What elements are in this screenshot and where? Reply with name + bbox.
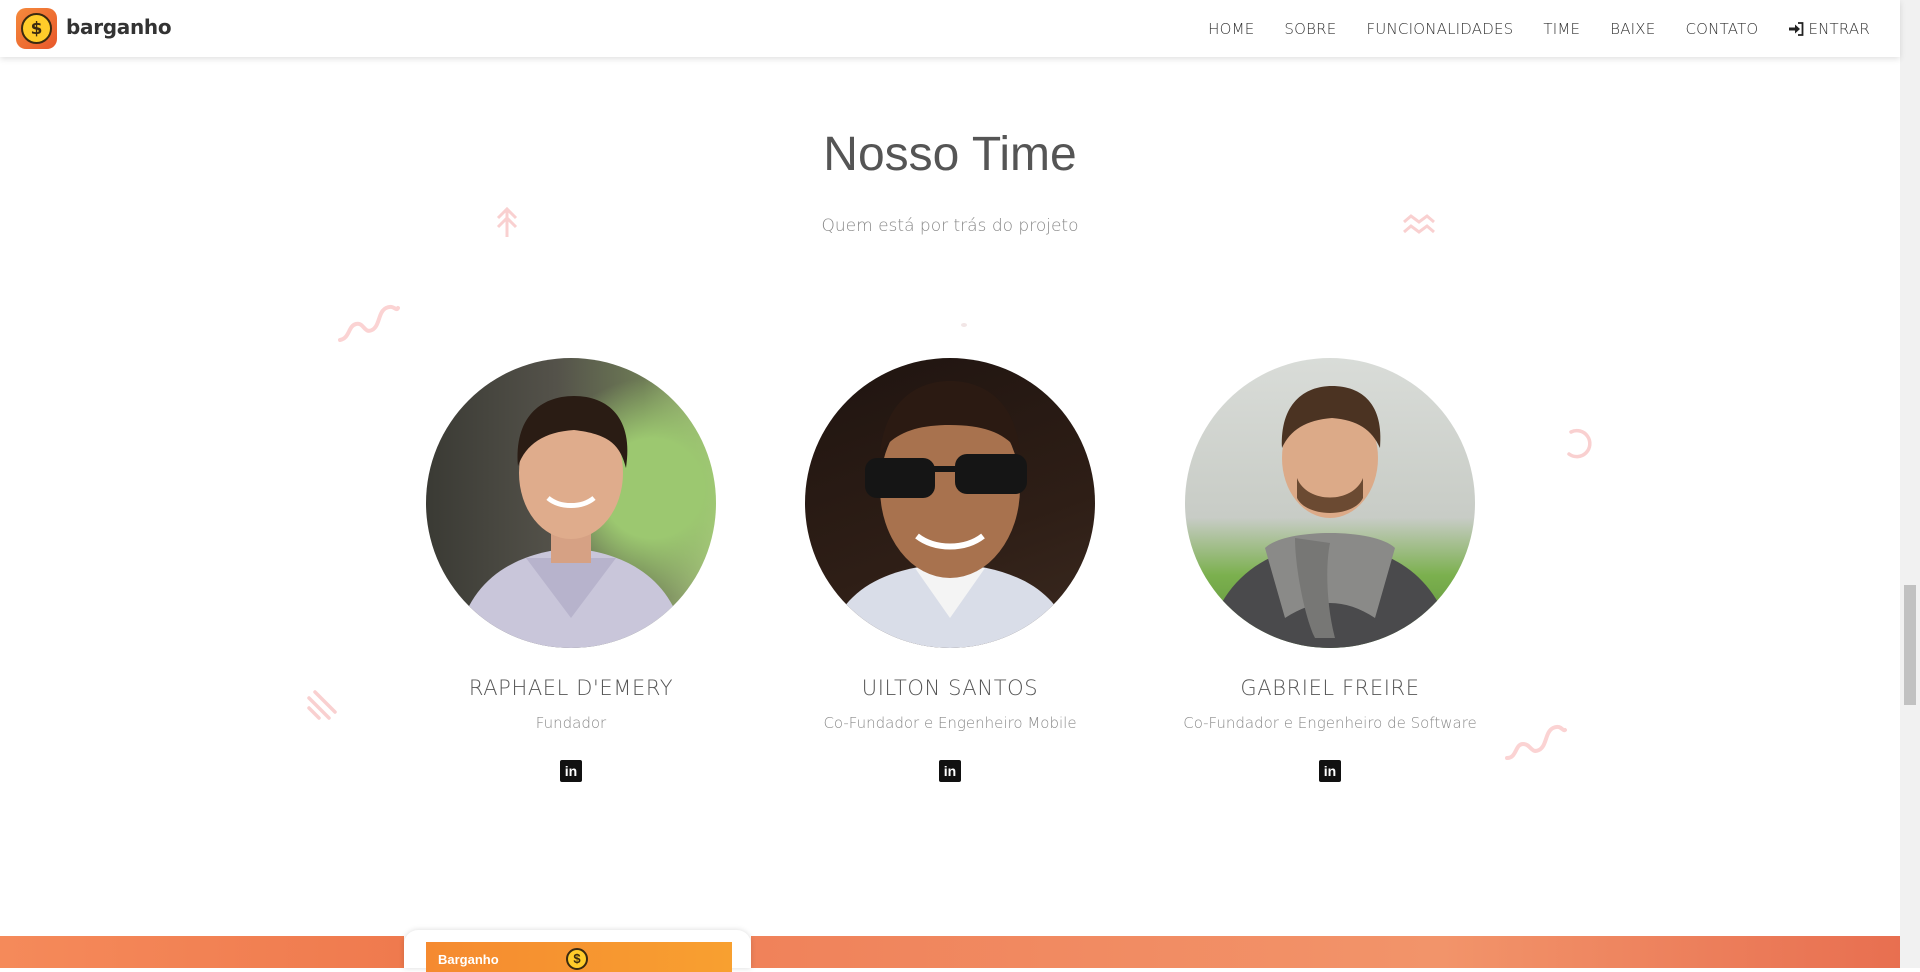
linkedin-icon[interactable]: in	[1319, 760, 1341, 782]
phone-mockup: Barganho $	[404, 930, 751, 972]
avatar-uilton	[805, 358, 1095, 648]
dot-deco-icon	[961, 323, 967, 327]
nav-sobre[interactable]: SOBRE	[1284, 20, 1336, 38]
member-role: Co-Fundador e Engenheiro Mobile	[823, 714, 1077, 732]
linkedin-icon[interactable]: in	[939, 760, 961, 782]
team-member-card: UILTON SANTOS Co-Fundador e Engenheiro M…	[760, 358, 1140, 782]
member-name: UILTON SANTOS	[861, 676, 1039, 700]
phone-app-title: Barganho	[438, 952, 499, 967]
download-section-band	[751, 936, 1900, 968]
member-role: Fundador	[535, 714, 607, 732]
nav-baixe[interactable]: BAIXE	[1610, 20, 1655, 38]
squiggle-deco-icon	[338, 304, 400, 342]
login-label: ENTRAR	[1808, 19, 1870, 38]
avatar-gabriel	[1185, 358, 1475, 648]
sign-in-icon	[1789, 21, 1804, 36]
coin-icon: $	[566, 948, 588, 970]
linkedin-icon[interactable]: in	[560, 760, 582, 782]
brand-name[interactable]: barganho	[66, 15, 172, 39]
download-section-band	[0, 936, 404, 968]
main-nav: HOME SOBRE FUNCIONALIDADES TIME BAIXE CO…	[1178, 0, 1870, 57]
avatar-raphael	[426, 358, 716, 648]
page-scrollbar[interactable]	[1900, 0, 1920, 968]
coin-icon: $	[21, 13, 52, 44]
team-member-card: RAPHAEL D'EMERY Fundador in	[381, 358, 761, 782]
team-member-card: GABRIEL FREIRE Co-Fundador e Engenheiro …	[1140, 358, 1520, 782]
section-subtitle: Quem está por trás do projeto	[821, 216, 1079, 236]
circle-arc-deco-icon	[1567, 428, 1592, 459]
login-link[interactable]: ENTRAR	[1788, 20, 1870, 38]
member-name: GABRIEL FREIRE	[1240, 676, 1420, 700]
nav-funcionalidades[interactable]: FUNCIONALIDADES	[1366, 20, 1513, 38]
member-name: RAPHAEL D'EMERY	[468, 676, 674, 700]
nav-home[interactable]: HOME	[1208, 20, 1254, 38]
section-title: Nosso Time	[823, 128, 1077, 181]
brand-logo-icon[interactable]: $	[16, 8, 57, 49]
member-role: Co-Fundador e Engenheiro de Software	[1183, 714, 1477, 732]
scrollbar-thumb[interactable]	[1904, 585, 1916, 705]
nav-contato[interactable]: CONTATO	[1685, 20, 1758, 38]
lines-deco-icon	[307, 690, 337, 720]
nav-time[interactable]: TIME	[1543, 20, 1580, 38]
top-navbar: $ barganho HOME SOBRE FUNCIONALIDADES TI…	[0, 0, 1900, 57]
